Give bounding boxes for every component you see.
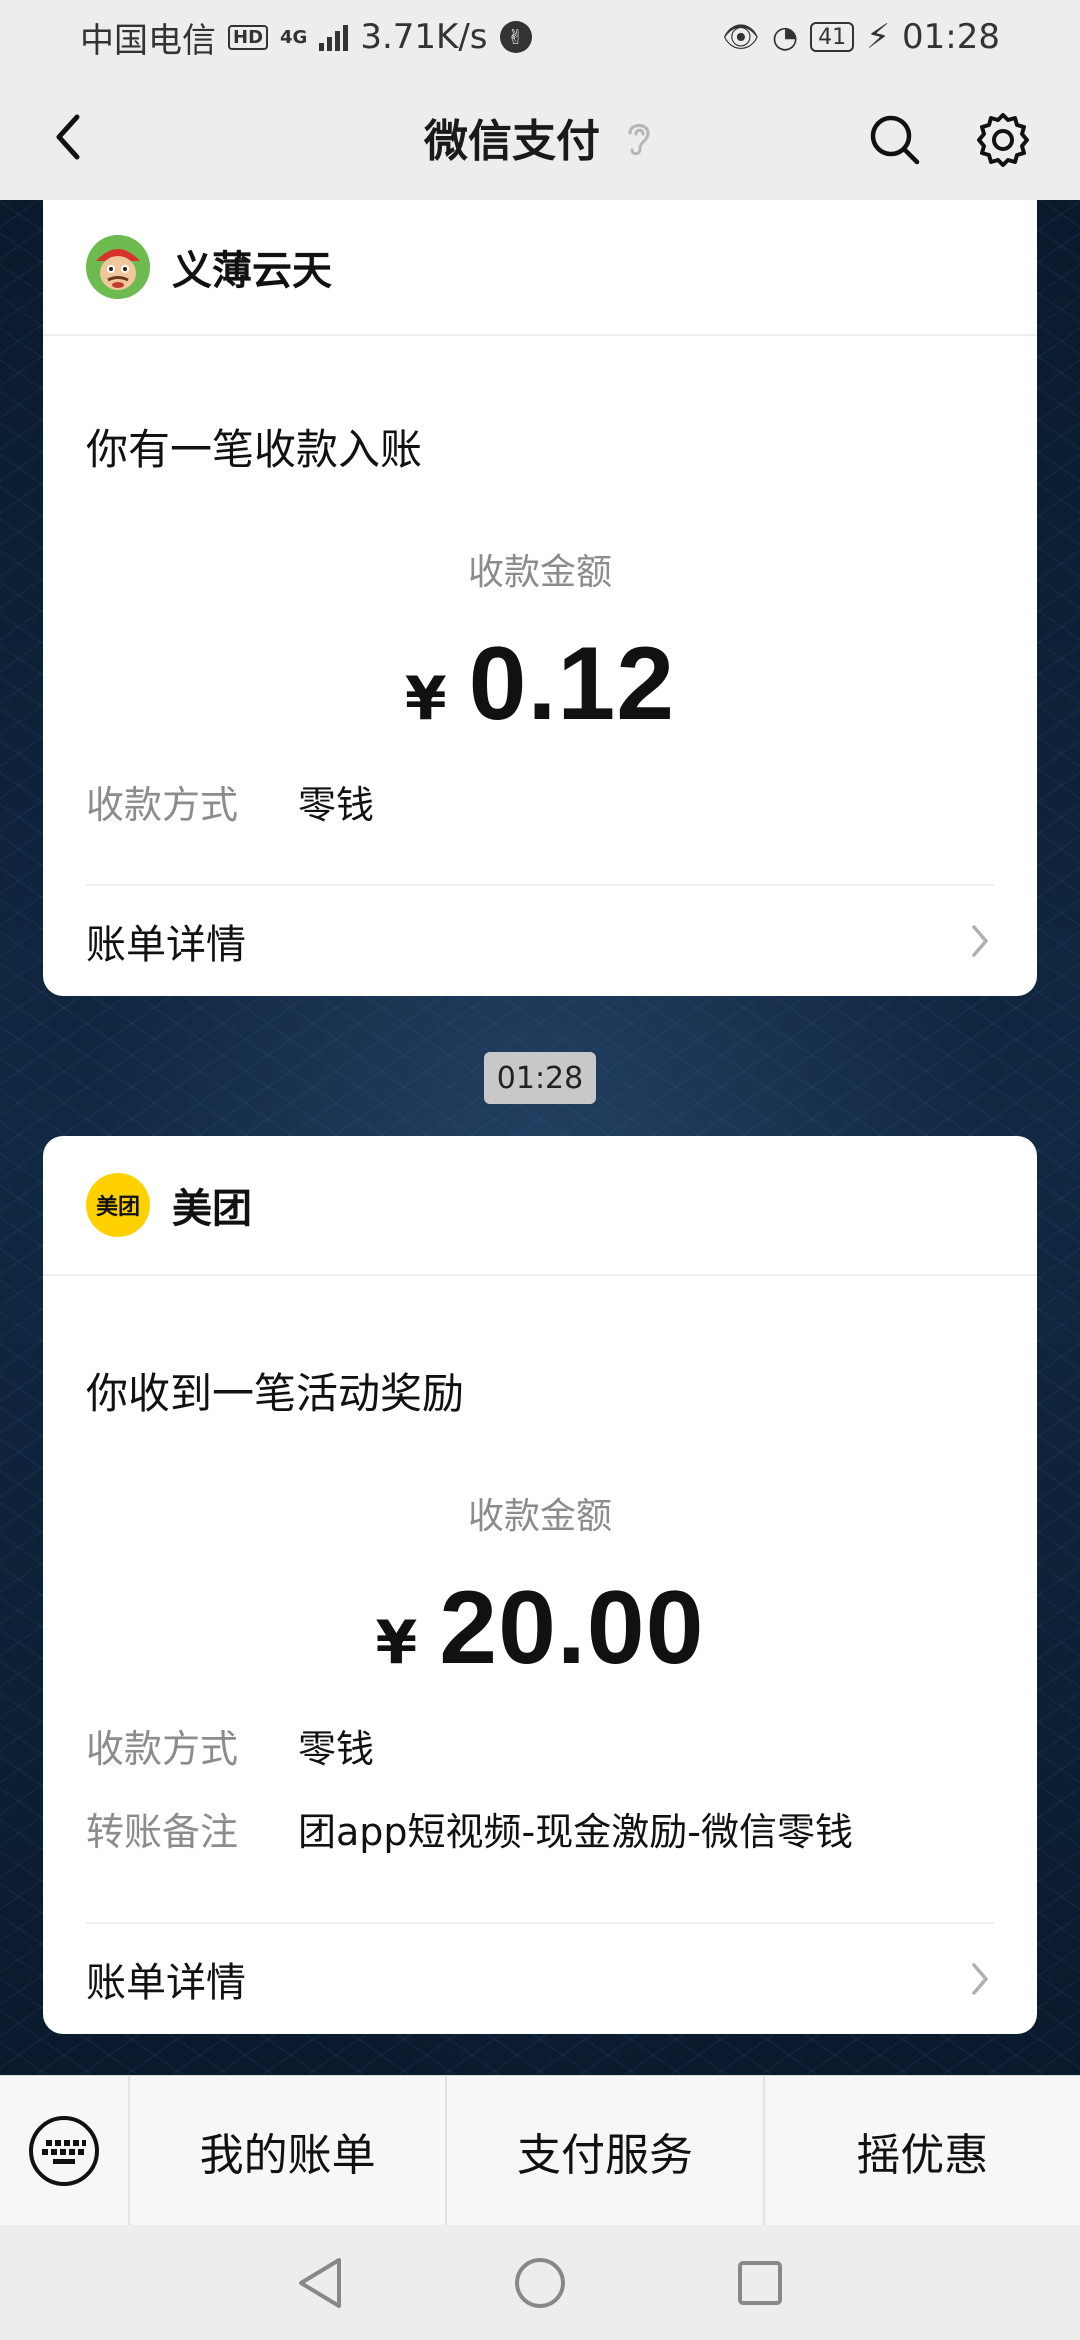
amount: ¥ 20.00 — [86, 1569, 994, 1688]
transfer-remark-value: 团app短视频-现金激励-微信零钱 — [298, 1810, 853, 1854]
menu-my-bills[interactable]: 我的账单 — [130, 2076, 445, 2226]
amount-label: 收款金额 — [467, 552, 612, 593]
signal-icon — [319, 23, 349, 51]
merchant-name: 义薄云天 — [172, 248, 332, 294]
eye-icon: 👁 — [721, 19, 760, 55]
payment-notice-card: 义薄云天 你有一笔收款入账 收款金额 ¥ 0.12 收款方式 零钱 账单详情 — [43, 200, 1037, 996]
payment-method-value: 零钱 — [298, 1727, 375, 1771]
square-recents-icon — [738, 2260, 782, 2305]
meituan-logo: 美团 — [86, 1173, 150, 1237]
nav-home-button[interactable] — [505, 2248, 575, 2318]
notification-icon: ✌ — [499, 21, 532, 53]
carrier-name: 中国电信 — [80, 20, 216, 61]
payment-method-label: 收款方式 — [86, 1727, 239, 1771]
card-header[interactable]: 义薄云天 — [43, 200, 1037, 336]
amount-value: 20.00 — [439, 1570, 705, 1686]
notice-title: 你收到一笔活动奖励 — [86, 1369, 465, 1418]
merchant-avatar — [86, 235, 150, 299]
bill-details-label: 账单详情 — [86, 1960, 246, 2006]
network-type: 4G — [280, 26, 308, 48]
bill-details-link[interactable]: 账单详情 — [86, 1922, 994, 2034]
amount-label: 收款金额 — [467, 1496, 612, 1537]
hd-icon: HD — [228, 24, 269, 50]
chevron-right-icon — [972, 925, 988, 957]
notice-title: 你有一笔收款入账 — [86, 425, 423, 474]
merchant-name: 美团 — [172, 1186, 252, 1232]
amount: ¥ 0.12 — [86, 625, 994, 744]
menu-payment-services[interactable]: 支付服务 — [445, 2075, 762, 2226]
currency-symbol: ¥ — [404, 664, 447, 734]
payment-method-row: 收款方式 零钱 — [86, 1718, 994, 1773]
avatar-cartoon-icon — [86, 235, 150, 299]
bottom-menu: 我的账单 支付服务 摇优惠 — [0, 2075, 1080, 2226]
system-nav-bar — [0, 2225, 1080, 2340]
transfer-remark-row: 转账备注 团app短视频-现金激励-微信零钱 — [86, 1801, 994, 1856]
keyboard-toggle-button[interactable] — [0, 2075, 130, 2226]
status-bar: 中国电信 HD 4G 3.71K/s ✌ 👁 ◔ 41 ⚡ 01:28 — [0, 0, 1080, 74]
settings-button[interactable] — [970, 107, 1036, 173]
message-timestamp: 01:28 — [484, 1052, 596, 1104]
currency-symbol: ¥ — [375, 1608, 418, 1678]
network-speed: 3.71K/s — [360, 17, 488, 57]
payment-method-row: 收款方式 零钱 — [86, 774, 994, 829]
reward-notice-card: 美团 美团 你收到一笔活动奖励 收款金额 ¥ 20.00 收款方式 零钱 转账备… — [43, 1136, 1037, 2034]
speedometer-icon: ◔ — [771, 19, 799, 55]
card-header[interactable]: 美团 美团 — [43, 1136, 1037, 1276]
clock: 01:28 — [902, 17, 1000, 57]
chevron-right-icon — [972, 1963, 988, 1995]
payment-method-label: 收款方式 — [86, 783, 239, 827]
bill-details-link[interactable]: 账单详情 — [86, 884, 994, 996]
menu-shake-deals[interactable]: 摇优惠 — [762, 2075, 1080, 2226]
charging-icon: ⚡ — [866, 17, 891, 57]
page-title: 微信支付 — [424, 116, 600, 167]
nav-recents-button[interactable] — [725, 2248, 795, 2318]
bill-details-label: 账单详情 — [86, 922, 246, 968]
search-button[interactable] — [862, 107, 928, 173]
triangle-back-icon — [299, 2257, 341, 2308]
app-bar: 微信支付 — [0, 74, 1080, 200]
search-icon — [870, 115, 920, 165]
transfer-remark-label: 转账备注 — [86, 1810, 239, 1854]
keyboard-icon — [29, 2115, 99, 2186]
nav-back-button[interactable] — [285, 2248, 355, 2318]
payment-method-value: 零钱 — [298, 783, 375, 827]
ear-icon — [628, 124, 650, 156]
circle-home-icon — [515, 2257, 565, 2308]
gear-icon — [977, 113, 1029, 167]
battery-icon: 41 — [810, 22, 855, 52]
amount-value: 0.12 — [468, 626, 676, 742]
